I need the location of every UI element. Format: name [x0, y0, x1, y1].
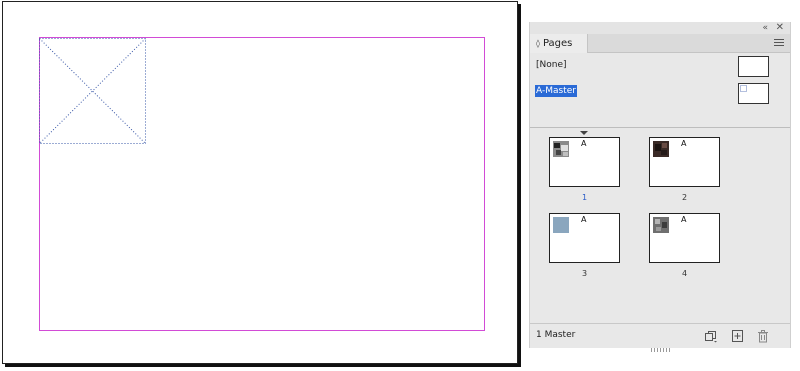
frame-placeholder-icon — [740, 85, 747, 92]
footer-status-text: 1 Master — [536, 330, 576, 340]
image-thumbnail — [553, 141, 569, 157]
collapse-icon[interactable]: « — [762, 22, 768, 34]
page-size-icon[interactable] — [704, 329, 718, 343]
panel-resize-grip[interactable] — [651, 348, 671, 352]
applied-master-label: A — [681, 139, 687, 148]
page-thumbnail[interactable]: A — [649, 213, 720, 263]
image-thumbnail — [553, 217, 569, 233]
current-page-marker-icon — [580, 131, 588, 135]
page-shadow-right — [518, 4, 521, 367]
image-thumbnail — [653, 217, 669, 233]
pages-panel: « ✕ ◊ Pages [None] A-Master A 1 A 2 A 3 … — [529, 22, 791, 352]
master-item-a-master[interactable]: A-Master — [530, 80, 790, 104]
applied-master-label: A — [581, 215, 587, 224]
master-thumbnail[interactable] — [738, 83, 769, 104]
page-shadow-bottom — [5, 364, 521, 367]
page-number: 1 — [581, 193, 588, 202]
master-label: A-Master — [535, 85, 577, 97]
close-icon[interactable]: ✕ — [776, 22, 784, 34]
page-thumbnail[interactable]: A — [549, 137, 620, 187]
tab-label: Pages — [542, 38, 573, 49]
panel-footer: 1 Master — [530, 323, 790, 348]
master-label: [None] — [536, 60, 567, 70]
master-thumbnail[interactable] — [738, 56, 769, 77]
page-number: 4 — [681, 269, 688, 278]
trash-icon[interactable] — [756, 329, 770, 343]
tab-pages[interactable]: ◊ Pages — [530, 34, 588, 53]
new-page-icon[interactable] — [731, 329, 745, 343]
page-thumbnail[interactable]: A — [549, 213, 620, 263]
page-number: 3 — [581, 269, 588, 278]
applied-master-label: A — [681, 215, 687, 224]
panel-title-bar: « ✕ — [530, 22, 790, 34]
empty-graphics-frame[interactable] — [39, 38, 146, 144]
applied-master-label: A — [581, 139, 587, 148]
page-number: 2 — [681, 193, 688, 202]
panel-menu-icon[interactable] — [774, 37, 784, 49]
page-thumbnail[interactable]: A — [649, 137, 720, 187]
section-divider — [530, 127, 790, 128]
panel-tab-row: ◊ Pages — [530, 34, 790, 53]
document-page[interactable] — [2, 1, 518, 364]
masters-section: [None] A-Master — [530, 54, 790, 126]
master-item-none[interactable]: [None] — [530, 54, 790, 77]
image-thumbnail — [653, 141, 669, 157]
tab-toggle-icon: ◊ — [536, 39, 540, 48]
